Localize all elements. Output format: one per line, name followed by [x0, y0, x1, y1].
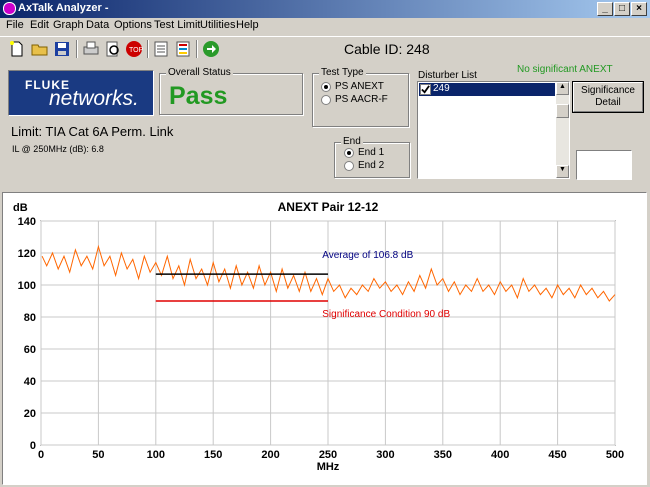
y-tick-label: 0: [30, 440, 36, 452]
menu-file[interactable]: File: [6, 19, 24, 31]
y-tick-label: 100: [18, 280, 36, 292]
significance-value-box: [576, 150, 632, 180]
menu-edit[interactable]: Edit: [30, 19, 49, 31]
radio-end-2-label: End 2: [358, 160, 385, 171]
scroll-down-icon[interactable]: ▼: [556, 165, 569, 178]
open-icon[interactable]: [31, 40, 49, 58]
menu-test-limit[interactable]: Test Limit: [154, 19, 200, 31]
average-label: Average of 106.8 dB: [322, 250, 413, 261]
status-value: Pass: [169, 82, 228, 110]
window-title: AxTalk Analyzer -: [18, 2, 109, 14]
significance-button-line2: Detail: [595, 97, 621, 108]
overall-status-group: Overall Status Pass: [159, 67, 303, 115]
no-significant-anext: No significant ANEXT: [517, 64, 613, 75]
menu-data[interactable]: Data: [86, 19, 109, 31]
cable-id: Cable ID: 248: [344, 41, 430, 57]
x-tick-label: 300: [376, 449, 394, 461]
minimize-button[interactable]: _: [597, 2, 613, 16]
test-type-group: Test Type PS ANEXT PS AACR-F: [312, 67, 409, 127]
end-title: End: [341, 136, 363, 147]
radio-end-1[interactable]: [344, 148, 354, 158]
print-preview-icon[interactable]: [104, 40, 122, 58]
x-tick-label: 150: [204, 449, 222, 461]
anext-chart: 0 50 100 150 200 250 300 350 400 450 500 0 20 40 60 80 1…: [13, 200, 624, 473]
significance-label: Significance Condition 90 dB: [322, 309, 450, 320]
checkmark-icon: [421, 85, 430, 94]
x-tick-label: 400: [491, 449, 509, 461]
y-tick-label: 60: [24, 344, 36, 356]
title-bar: AxTalk Analyzer - _ □ ×: [0, 0, 650, 18]
radio-end-2[interactable]: [344, 161, 354, 171]
fluke-logo: FLUKE networks.: [8, 70, 154, 116]
disturber-item-label: 249: [433, 83, 450, 94]
limit-text: Limit: TIA Cat 6A Perm. Link: [11, 124, 174, 139]
x-tick-label: 250: [319, 449, 337, 461]
disturber-checkbox[interactable]: [420, 84, 431, 95]
radio-ps-aacr-f-label: PS AACR-F: [335, 94, 388, 105]
x-tick-label: 500: [606, 449, 624, 461]
logo-line2: networks.: [49, 87, 139, 110]
disturber-list[interactable]: 249 ▲ ▼: [417, 81, 570, 179]
radio-ps-anext-label: PS ANEXT: [335, 81, 384, 92]
menu-utilities[interactable]: Utilities: [200, 19, 235, 31]
y-tick-label: 20: [24, 408, 36, 420]
maximize-button[interactable]: □: [614, 2, 630, 16]
toolbar-separator: [196, 40, 198, 58]
document-icon[interactable]: [152, 40, 170, 58]
test-type-title: Test Type: [319, 67, 366, 78]
x-axis-label: MHz: [317, 461, 340, 473]
x-tick-label: 0: [38, 449, 44, 461]
svg-text:TOP: TOP: [129, 47, 143, 54]
print-icon[interactable]: [82, 40, 100, 58]
toolbar-separator: [76, 40, 78, 58]
x-tick-label: 50: [92, 449, 104, 461]
scroll-thumb[interactable]: [556, 104, 569, 118]
y-tick-label: 120: [18, 248, 36, 260]
y-axis-label: dB: [13, 202, 28, 214]
toolbar-separator: [147, 40, 149, 58]
x-tick-label: 350: [434, 449, 452, 461]
toolbar: TOP Cable ID: 248: [0, 36, 650, 62]
new-icon[interactable]: [8, 40, 26, 58]
go-icon[interactable]: [202, 40, 220, 58]
x-tick-label: 100: [147, 449, 165, 461]
menu-options[interactable]: Options: [114, 19, 152, 31]
il-text: IL @ 250MHz (dB): 6.8: [12, 144, 104, 154]
menu-help[interactable]: Help: [236, 19, 259, 31]
radio-ps-anext[interactable]: [321, 82, 331, 92]
radio-end-1-label: End 1: [358, 147, 385, 158]
overall-status-title: Overall Status: [166, 67, 233, 78]
disturber-scrollbar[interactable]: ▲ ▼: [556, 82, 569, 178]
chart-title: ANEXT Pair 12-12: [278, 200, 379, 214]
end-group: End End 1 End 2: [334, 136, 410, 178]
y-tick-label: 40: [24, 376, 36, 388]
chart-panel: 0 50 100 150 200 250 300 350 400 450 500 0 20 40 60 80 1…: [2, 192, 647, 485]
significance-detail-button[interactable]: Significance Detail: [572, 81, 644, 113]
save-icon[interactable]: [53, 40, 71, 58]
menu-bar: File Edit Graph Data Options Test Limit …: [0, 18, 650, 34]
close-button[interactable]: ×: [631, 2, 647, 16]
app-icon: [3, 2, 16, 15]
x-tick-label: 450: [548, 449, 566, 461]
disturber-list-title: Disturber List: [418, 70, 477, 81]
scroll-up-icon[interactable]: ▲: [556, 82, 569, 95]
y-tick-label: 80: [24, 312, 36, 324]
y-tick-label: 140: [18, 216, 36, 228]
report-icon[interactable]: TOP: [125, 40, 143, 58]
menu-graph[interactable]: Graph: [53, 19, 84, 31]
x-tick-label: 200: [261, 449, 279, 461]
disturber-item[interactable]: 249: [419, 83, 555, 96]
list-icon[interactable]: [174, 40, 192, 58]
significance-button-line1: Significance: [581, 85, 635, 96]
radio-ps-aacr-f[interactable]: [321, 95, 331, 105]
